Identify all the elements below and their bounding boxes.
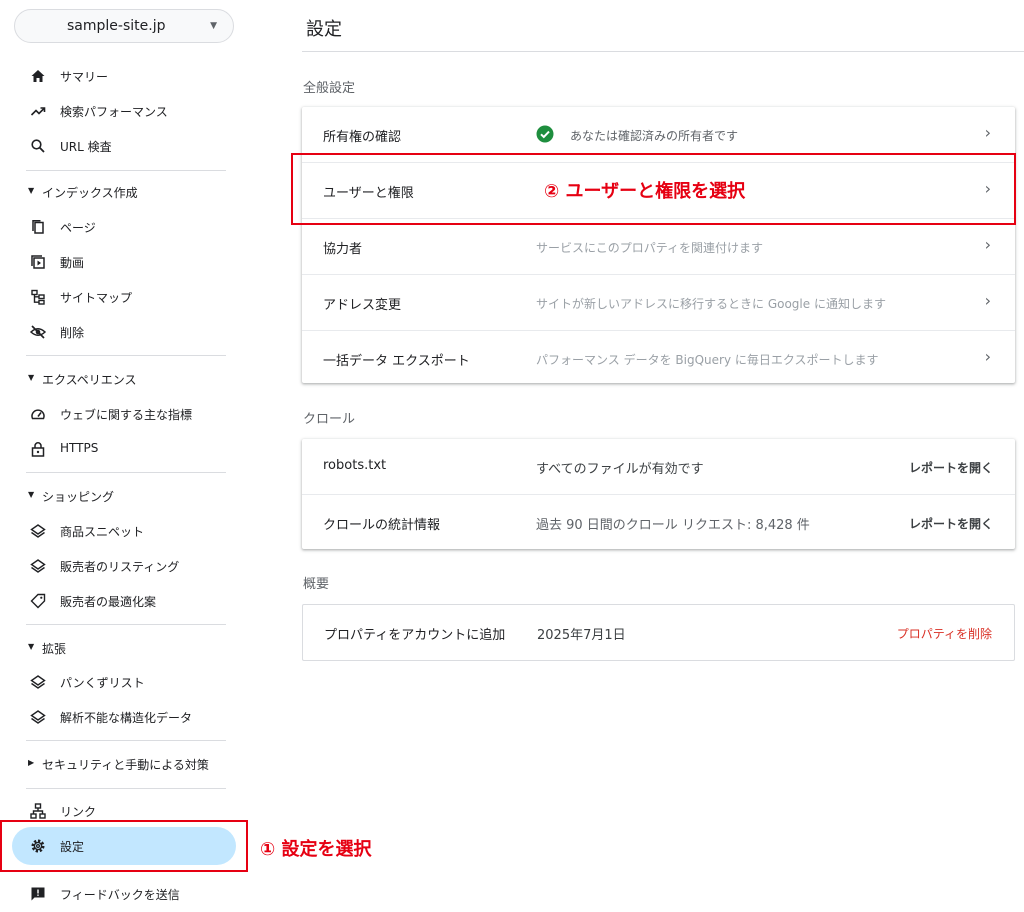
sidebar-item-web-vitals[interactable]: ウェブに関する主な指標	[26, 398, 236, 430]
property-selector[interactable]: sample-site.jp ▼	[14, 9, 234, 43]
sitemap-icon	[30, 289, 46, 305]
video-icon	[30, 254, 46, 270]
sidebar-item-merchant-listings[interactable]: 販売者のリスティング	[26, 550, 236, 582]
sidebar-item-summary[interactable]: サマリー	[26, 60, 236, 92]
layers-icon	[30, 674, 46, 690]
section-label-about: 概要	[303, 577, 330, 592]
chevron-right-icon: ›	[984, 347, 991, 366]
section-label-general: 全般設定	[303, 81, 356, 96]
sidebar-item-product-snippets[interactable]: 商品スニペット	[26, 515, 236, 547]
tag-icon	[30, 593, 46, 609]
visibility-off-icon	[30, 324, 46, 340]
about-card: プロパティをアカウントに追加 2025年7月1日 プロパティを削除	[302, 604, 1015, 661]
settings-row-bulk-export[interactable]: 一括データ エクスポート パフォーマンス データを BigQuery に毎日エク…	[302, 331, 1015, 386]
sidebar-item-performance[interactable]: 検索パフォーマンス	[26, 95, 236, 127]
title-divider	[302, 51, 1024, 52]
sidebar-item-breadcrumbs[interactable]: パンくずリスト	[26, 666, 236, 698]
verified-check-icon	[536, 125, 554, 143]
sidebar-item-removals[interactable]: 削除	[26, 316, 236, 348]
section-security[interactable]: ▶ セキュリティと手動による対策	[26, 752, 236, 776]
collapse-arrow-icon: ▼	[28, 186, 35, 195]
sidebar-divider	[26, 170, 226, 171]
sidebar-divider	[26, 788, 226, 789]
home-icon	[30, 68, 46, 84]
sidebar-item-feedback[interactable]: フィードバックを送信	[26, 878, 236, 910]
feedback-icon	[30, 886, 46, 902]
sidebar-item-unparsable[interactable]: 解析不能な構造化データ	[26, 701, 236, 733]
collapse-arrow-icon: ▼	[28, 373, 35, 382]
lock-icon	[30, 441, 46, 457]
sidebar-divider	[26, 355, 226, 356]
collapse-arrow-icon: ▼	[28, 642, 35, 651]
section-enhancements[interactable]: ▼ 拡張	[26, 636, 236, 660]
sidebar-divider	[26, 740, 226, 741]
sidebar-item-sitemaps[interactable]: サイトマップ	[26, 281, 236, 313]
section-indexing[interactable]: ▼ インデックス作成	[26, 180, 236, 204]
section-label-crawl: クロール	[303, 412, 356, 427]
open-report-link[interactable]: レポートを開く	[909, 459, 993, 476]
crawl-card: robots.txt すべてのファイルが有効です レポートを開く クロールの統計…	[302, 439, 1015, 549]
layers-icon	[30, 709, 46, 725]
property-name: sample-site.jp	[67, 18, 166, 34]
sidebar: sample-site.jp ▼ サマリー 検索パフォーマンス URL 検査 ▼…	[0, 0, 248, 912]
chevron-right-icon: ›	[984, 123, 991, 142]
annotation-step1-label: ① 設定を選択	[260, 839, 372, 860]
sidebar-divider	[26, 472, 226, 473]
sidebar-item-merchant-opportunities[interactable]: 販売者の最適化案	[26, 585, 236, 617]
chevron-right-icon: ›	[984, 235, 991, 254]
sidebar-item-url-inspection[interactable]: URL 検査	[26, 130, 236, 162]
layers-icon	[30, 558, 46, 574]
page-title: 設定	[306, 19, 342, 40]
links-tree-icon	[30, 803, 46, 819]
settings-row-property-added: プロパティをアカウントに追加 2025年7月1日 プロパティを削除	[324, 625, 992, 643]
annotation-step2-label: ② ユーザーと権限を選択	[544, 181, 746, 202]
settings-row-change-of-address[interactable]: アドレス変更 サイトが新しいアドレスに移行するときに Google に通知します…	[302, 275, 1015, 331]
expand-arrow-icon: ▶	[28, 758, 35, 767]
settings-row-crawl-stats: クロールの統計情報 過去 90 日間のクロール リクエスト: 8,428 件 レ…	[323, 515, 993, 533]
collapse-arrow-icon: ▼	[28, 490, 35, 499]
speed-gauge-icon	[30, 406, 46, 422]
settings-row-robots: robots.txt すべてのファイルが有効です レポートを開く	[302, 439, 1015, 495]
layers-icon	[30, 523, 46, 539]
annotation-highlight-settings	[0, 820, 248, 872]
sidebar-divider	[26, 624, 226, 625]
section-shopping[interactable]: ▼ ショッピング	[26, 484, 236, 508]
open-report-link[interactable]: レポートを開く	[909, 515, 993, 532]
section-experience[interactable]: ▼ エクスペリエンス	[26, 367, 236, 391]
chevron-right-icon: ›	[984, 291, 991, 310]
sidebar-item-https[interactable]: HTTPS	[26, 433, 236, 465]
search-icon	[30, 138, 46, 154]
sidebar-item-video[interactable]: 動画	[26, 246, 236, 278]
dropdown-caret-icon: ▼	[210, 21, 217, 31]
general-settings-card: 所有権の確認 あなたは確認済みの所有者です › ユーザーと権限 › 協力者 サー…	[302, 107, 1015, 383]
pages-icon	[30, 219, 46, 235]
trending-up-icon	[30, 103, 46, 119]
remove-property-link[interactable]: プロパティを削除	[897, 625, 992, 642]
settings-row-associations[interactable]: 協力者 サービスにこのプロパティを関連付けます ›	[302, 219, 1015, 275]
sidebar-item-pages[interactable]: ページ	[26, 211, 236, 243]
